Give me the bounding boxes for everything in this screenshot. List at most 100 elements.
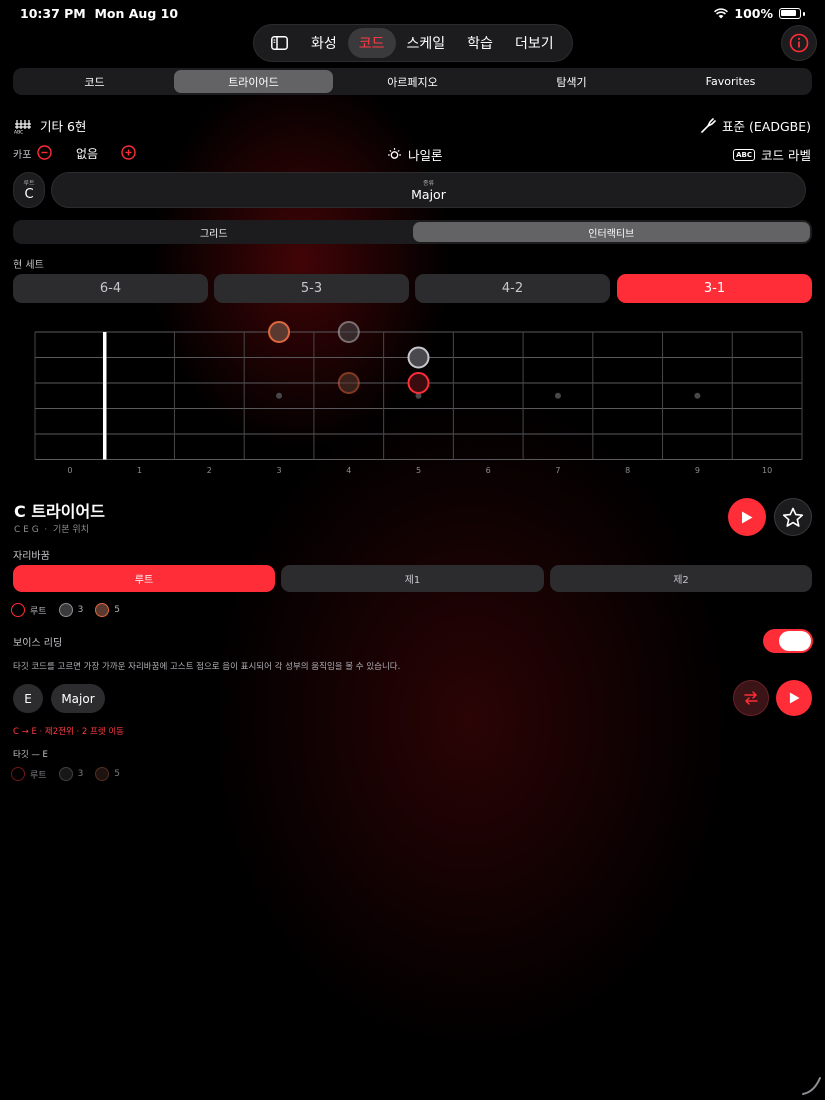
fret-number: 0 <box>67 466 73 475</box>
info-icon <box>789 33 809 53</box>
fifth-dot-icon <box>95 767 110 781</box>
star-icon <box>782 507 804 527</box>
play-icon <box>789 692 800 704</box>
subtab-arpeggios[interactable]: 아르페지오 <box>333 70 492 93</box>
fret-number: 7 <box>555 466 561 475</box>
fret-number: 10 <box>762 466 773 475</box>
ghost-note-dot-3[interactable] <box>337 321 360 343</box>
resize-grip-icon[interactable] <box>800 1074 822 1096</box>
fret-number: 6 <box>485 466 491 475</box>
capo-label: 카포 <box>13 150 32 161</box>
root-selector-label: 루트 <box>23 180 35 187</box>
status-indicators: 100% <box>714 6 805 21</box>
root-selector-value: C <box>24 187 34 202</box>
chord-notes: C E G <box>14 525 39 535</box>
abc-badge-icon: ABC <box>733 148 756 161</box>
nav-tab-more[interactable]: 더보기 <box>504 28 565 58</box>
chord-subtitle: C E G · 기본 위치 <box>14 525 89 535</box>
chord-type-selector[interactable]: 종류 Major <box>51 172 806 208</box>
root-dot-icon <box>11 767 25 781</box>
fifth-dot-icon <box>95 603 110 617</box>
nav-tab-harmony[interactable]: 화성 <box>300 28 348 58</box>
inversion-second[interactable]: 제2 <box>550 565 812 592</box>
fret-number: 8 <box>625 466 631 475</box>
play-chord-button[interactable] <box>728 498 766 536</box>
legend-root: 루트 <box>11 603 47 617</box>
plus-circle-icon <box>121 145 136 160</box>
string-set-4-2[interactable]: 4-2 <box>415 274 610 303</box>
battery-text: 100% <box>734 6 773 21</box>
status-time: 10:37 PM Mon Aug 10 <box>20 6 179 21</box>
tuning-selector[interactable]: 표준 (EADGBE) <box>700 116 811 135</box>
subtab-favorites[interactable]: Favorites <box>651 70 810 93</box>
subtab-triads[interactable]: 트라이어드 <box>174 70 333 93</box>
play-voice-leading-button[interactable] <box>776 680 812 716</box>
legend-fifth: 5 <box>95 603 120 617</box>
instrument-selector[interactable]: ABC 기타 6현 <box>14 116 86 135</box>
voice-leading-label: 보이스 리딩 <box>13 638 63 649</box>
capo-increase-button[interactable] <box>121 145 136 164</box>
chord-label-toggle[interactable]: ABC 코드 라벨 <box>733 145 811 164</box>
capo-value: 없음 <box>76 147 99 161</box>
inlay-dot <box>694 392 701 399</box>
fret-number: 5 <box>415 466 422 475</box>
tuning-fork-icon <box>701 117 716 133</box>
battery-icon <box>779 8 801 19</box>
target-root-selector[interactable]: E <box>13 684 43 713</box>
info-button[interactable] <box>781 25 817 61</box>
voice-leading-description: 타깃 코드를 고르면 가장 가까운 자리바꿈에 고스트 점으로 음이 표시되어 … <box>13 662 401 672</box>
background-glow <box>0 0 825 1100</box>
string-material-label: 나일론 <box>408 148 443 163</box>
capo-decrease-button[interactable] <box>37 145 52 164</box>
root-selector[interactable]: 루트 C <box>13 172 45 208</box>
string-set-5-3[interactable]: 5-3 <box>214 274 409 303</box>
fret-number: 1 <box>137 466 143 475</box>
instrument-name: 기타 6현 <box>40 119 87 134</box>
note-dot-5[interactable] <box>268 321 291 343</box>
sidebar-toggle-button[interactable] <box>258 28 300 58</box>
target-type-selector[interactable]: Major <box>51 684 105 713</box>
target-legend: 루트 3 5 <box>11 767 126 781</box>
fret-number-labels: 0 1 2 3 4 5 6 7 8 9 10 <box>0 466 825 478</box>
favorite-button[interactable] <box>774 498 812 536</box>
fret-number: 3 <box>276 466 282 475</box>
subtab-explorer[interactable]: 탐색기 <box>492 70 651 93</box>
target-legend-fifth: 5 <box>95 767 120 781</box>
string-set-3-1[interactable]: 3-1 <box>617 274 812 303</box>
note-dot-3[interactable] <box>407 346 430 369</box>
string-material-selector[interactable]: 나일론 <box>387 145 443 164</box>
nav-tab-learn[interactable]: 학습 <box>456 28 504 58</box>
tuning-label: 표준 (EADGBE) <box>722 119 811 134</box>
fret-number: 4 <box>346 466 352 475</box>
target-legend-root: 루트 <box>11 767 47 781</box>
inversion-root[interactable]: 루트 <box>13 565 275 592</box>
inlay-dot <box>276 392 283 399</box>
note-dot-root[interactable] <box>407 372 430 394</box>
view-interactive-option[interactable]: 인터랙티브 <box>412 222 810 242</box>
nav-tab-chords[interactable]: 코드 <box>347 28 396 58</box>
chord-type-label: 종류 <box>422 180 435 187</box>
string-set-6-4[interactable]: 6-4 <box>13 274 208 303</box>
swap-chord-button[interactable] <box>733 680 769 716</box>
minus-circle-icon <box>37 145 52 160</box>
chord-label-text: 코드 라벨 <box>761 148 811 163</box>
ghost-note-dot-5[interactable] <box>337 372 360 394</box>
top-navigation: 화성 코드 스케일 학습 더보기 <box>253 24 573 62</box>
inversion-first[interactable]: 제1 <box>281 565 544 592</box>
string-set-label: 현 세트 <box>13 260 44 271</box>
third-dot-icon <box>58 767 73 781</box>
subtab-chords[interactable]: 코드 <box>15 70 174 93</box>
voice-leading-toggle[interactable] <box>763 629 813 653</box>
chord-title: C 트라이어드 <box>14 502 105 521</box>
sun-icon <box>388 148 401 159</box>
legend-third: 3 <box>58 603 83 617</box>
guitar-icon: ABC <box>14 119 31 134</box>
chord-subtabs: 코드 트라이어드 아르페지오 탐색기 Favorites <box>13 68 812 95</box>
fretboard[interactable] <box>0 320 825 470</box>
inlay-dot <box>554 392 561 399</box>
nav-tab-scales[interactable]: 스케일 <box>396 28 457 58</box>
play-icon <box>742 511 753 523</box>
target-legend-third: 3 <box>58 767 83 781</box>
view-grid-option[interactable]: 그리드 <box>15 222 413 242</box>
wifi-icon <box>714 8 729 19</box>
